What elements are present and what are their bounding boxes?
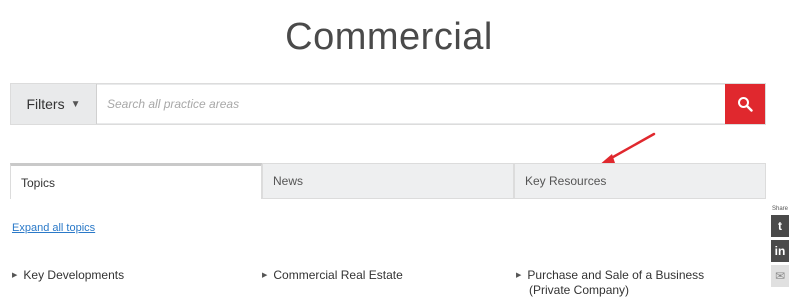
- topic-label: Purchase and Sale of a Business: [527, 268, 705, 282]
- search-button[interactable]: [725, 84, 765, 124]
- caret-down-icon: ▼: [70, 98, 81, 110]
- page-title: Commercial: [285, 16, 493, 58]
- share-sidebar: Share t in ✉: [771, 203, 789, 308]
- filters-dropdown-button[interactable]: Filters ▼: [11, 84, 97, 124]
- triangle-right-icon: ▶: [516, 272, 522, 279]
- tab-news[interactable]: News: [262, 163, 514, 199]
- filters-label: Filters: [26, 96, 65, 112]
- twitter-icon[interactable]: t: [771, 215, 789, 237]
- triangle-right-icon: ▶: [12, 272, 18, 279]
- share-label: Share: [772, 206, 789, 212]
- linkedin-icon[interactable]: in: [771, 240, 789, 262]
- topic-label: Key Developments: [23, 268, 125, 282]
- triangle-right-icon: ▶: [262, 272, 268, 279]
- topic-item-purchase-and-sale[interactable]: ▶ Purchase and Sale of a Business (Privat…: [516, 268, 736, 298]
- topic-label-continuation: (Private Company): [529, 283, 630, 297]
- tab-topics[interactable]: Topics: [10, 163, 262, 199]
- page: Commercial Filters ▼ Topics News Key Res…: [0, 0, 789, 308]
- expand-all-topics-link[interactable]: Expand all topics: [12, 222, 95, 234]
- topic-item-commercial-real-estate[interactable]: ▶ Commercial Real Estate: [262, 268, 403, 283]
- topic-item-key-developments[interactable]: ▶ Key Developments: [12, 268, 124, 283]
- search-input[interactable]: [97, 85, 725, 123]
- tab-bar: Topics News Key Resources: [10, 163, 766, 199]
- topic-label: Commercial Real Estate: [273, 268, 403, 282]
- tab-key-resources[interactable]: Key Resources: [514, 163, 766, 199]
- email-icon[interactable]: ✉: [771, 265, 789, 287]
- search-icon: [738, 97, 753, 112]
- filter-bar: Filters ▼: [10, 83, 766, 125]
